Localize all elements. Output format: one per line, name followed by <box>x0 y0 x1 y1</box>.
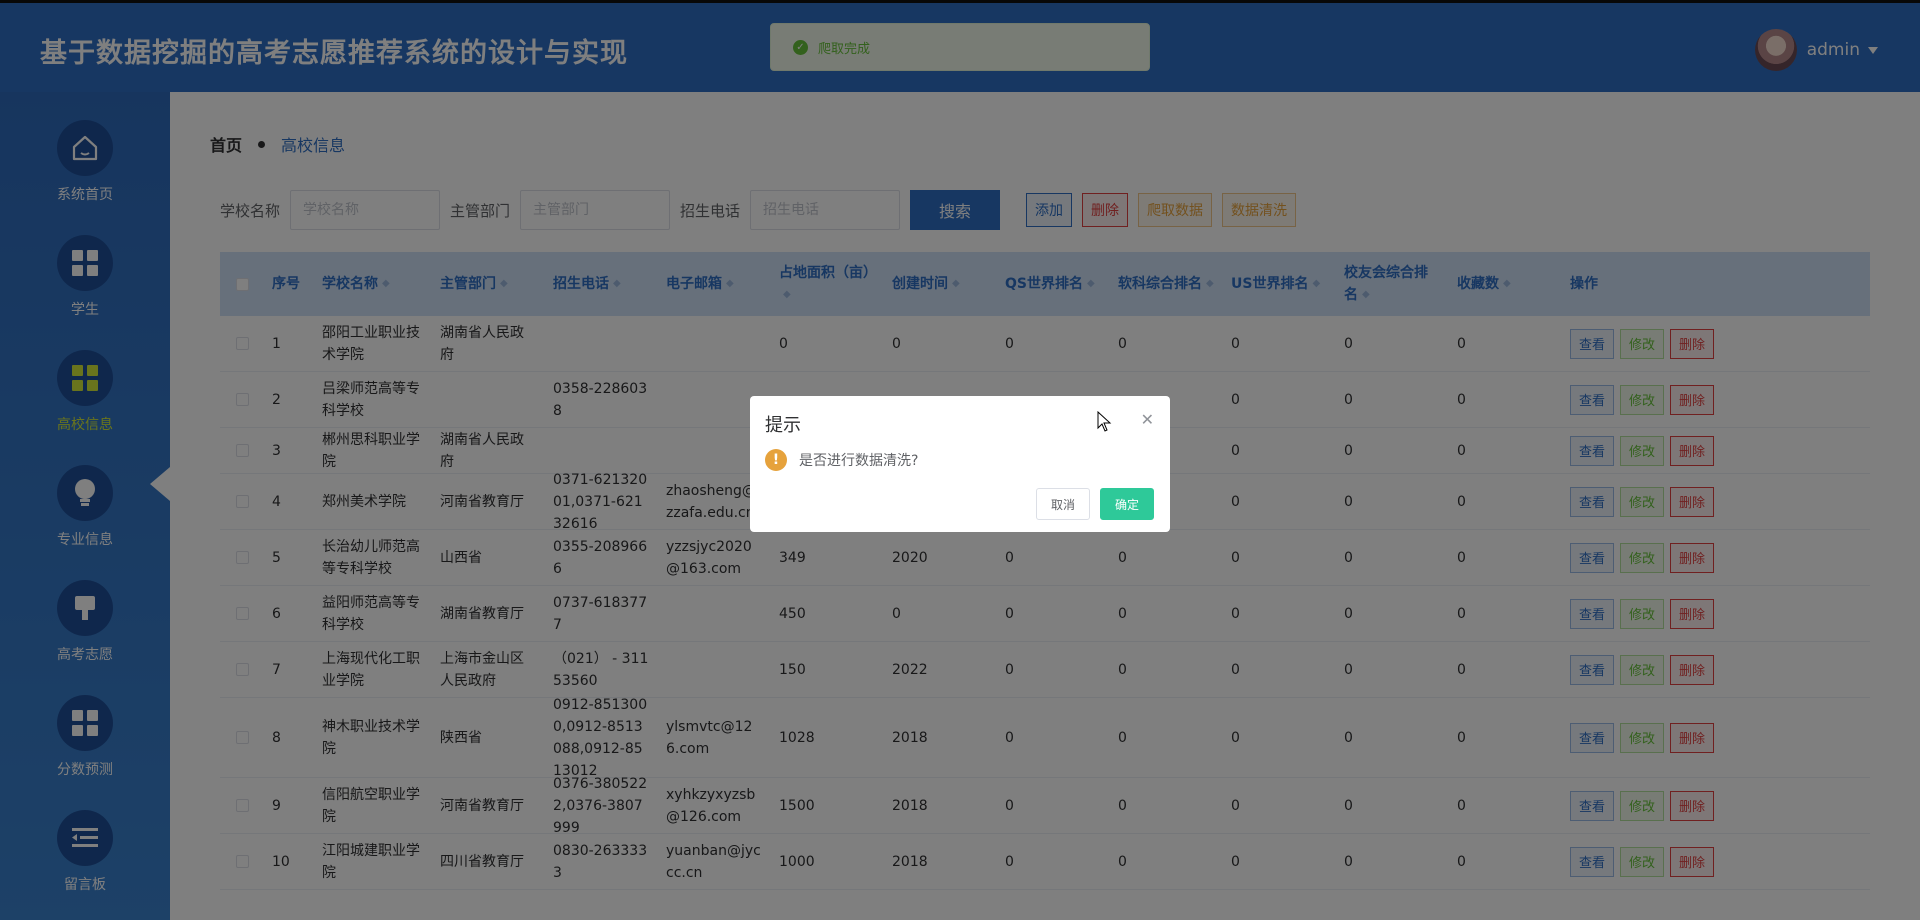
close-icon[interactable]: ✕ <box>1141 410 1154 429</box>
cancel-button[interactable]: 取消 <box>1035 488 1090 520</box>
warning-icon: ! <box>765 449 787 471</box>
mouse-cursor-icon <box>1097 411 1112 432</box>
dialog-message-row: ! 是否进行数据清洗? <box>765 449 1155 471</box>
confirm-button[interactable]: 确定 <box>1099 488 1154 520</box>
dialog-buttons: 取消 确定 <box>1035 488 1154 520</box>
dialog-message: 是否进行数据清洗? <box>799 453 919 469</box>
